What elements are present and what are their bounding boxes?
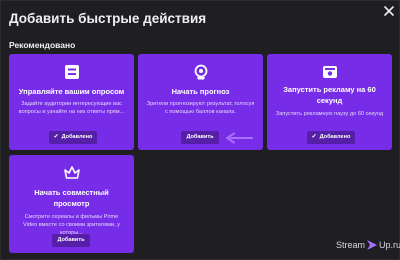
check-icon: ✔ [311,134,317,140]
card-title: Управляйте вашим опросом [18,87,125,96]
button-label: Добавлено [319,134,351,140]
crown-icon [63,166,80,179]
watermark-right: Up.ru [379,240,400,250]
added-button[interactable]: ✔ Добавлено [307,131,355,144]
card-title: Начать совместный просмотр [34,188,109,208]
card-description: Задайте аудитории интересующие вас вопро… [18,101,125,115]
prediction-icon [194,64,207,80]
add-button[interactable]: Добавить [181,131,219,144]
arrow-left-icon [226,132,253,144]
logo-icon [367,240,378,250]
close-icon[interactable] [382,4,396,18]
quick-actions-dialog: Добавить быстрые действия Рекомендовано … [0,0,400,260]
dialog-title: Добавить быстрые действия [9,11,207,26]
card-title: Начать прогноз [171,87,230,96]
card-title: Запустить рекламу на 60 секунд [283,85,376,105]
card-run-ad: Запустить рекламу на 60 секунд Запустить… [267,54,392,150]
card-description: Зрители прогнозируют результат, голосуя … [146,101,255,115]
ad-icon [322,66,337,78]
card-description: Запустить рекламную паузу до 60 секунд [275,111,384,117]
add-button[interactable]: Добавить [52,234,90,247]
card-watch-party: Начать совместный просмотр Смотрите сери… [9,155,134,253]
poll-icon [64,65,79,79]
added-button[interactable]: ✔ Добавлено [49,131,97,144]
card-manage-poll: Управляйте вашим опросом Задайте аудитор… [9,54,134,150]
watermark: Stream Up.ru [336,239,400,251]
button-label: Добавлено [61,134,93,140]
section-title-recommended: Рекомендовано [9,40,76,50]
watermark-left: Stream [336,240,366,250]
check-icon: ✔ [53,134,59,140]
